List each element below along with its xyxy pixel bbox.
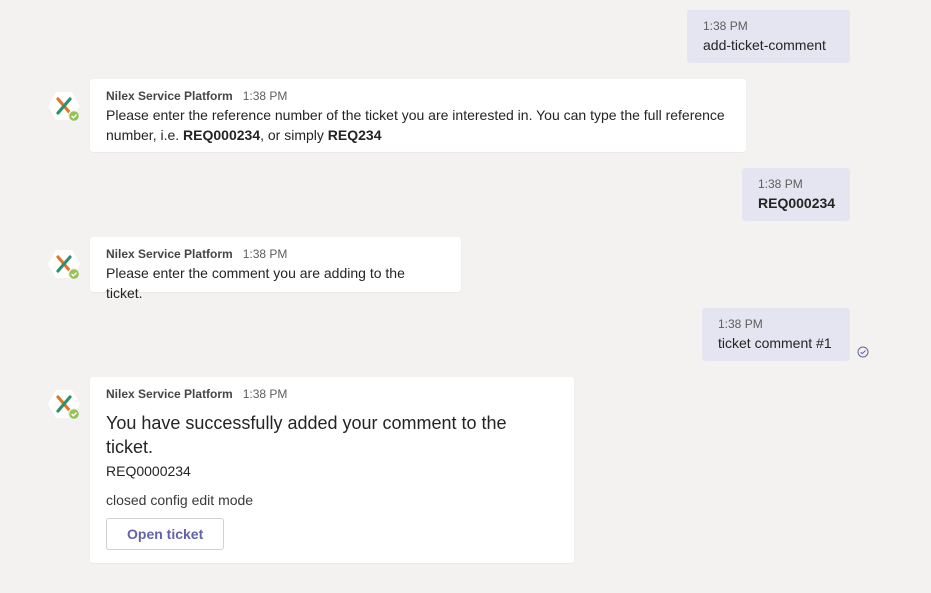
bot-avatar-icon — [48, 390, 80, 420]
message-text: REQ000234 — [758, 195, 836, 211]
message-timestamp: 1:38 PM — [758, 177, 803, 191]
message-timestamp: 1:38 PM — [242, 247, 288, 261]
outgoing-message-1[interactable]: 1:38 PM add-ticket-comment — [687, 10, 850, 63]
message-line-1: Please enter the reference number of the… — [106, 107, 725, 123]
sender-name: Nilex Service Platform — [106, 89, 233, 103]
open-ticket-button[interactable]: Open ticket — [106, 518, 225, 550]
message-timestamp: 1:38 PM — [242, 387, 288, 401]
read-receipt-icon — [857, 346, 869, 358]
sender-name: Nilex Service Platform — [106, 387, 233, 401]
incoming-message-4[interactable]: Nilex Service Platform 1:38 PM Please ent… — [90, 237, 461, 301]
message-line-2: number, i.e. — [106, 127, 184, 143]
outgoing-message-5[interactable]: 1:38 PM ticket comment #1 — [702, 308, 850, 361]
card-title: You have successfully added your comment… — [106, 413, 507, 457]
outgoing-message-3[interactable]: 1:38 PM REQ000234 — [742, 168, 850, 221]
message-text: Please enter the comment you are adding … — [106, 265, 405, 301]
incoming-card-message-6[interactable]: Nilex Service Platform 1:38 PM You have s… — [90, 377, 574, 563]
card-reference: REQ0000234 — [106, 463, 191, 479]
sender-name: Nilex Service Platform — [106, 247, 233, 261]
message-text: ticket comment #1 — [718, 335, 832, 351]
bot-avatar-icon — [48, 92, 80, 122]
example-short-ref: REQ234 — [327, 127, 382, 143]
message-timestamp: 1:38 PM — [242, 89, 288, 103]
example-full-ref: REQ000234 — [183, 127, 261, 143]
bot-avatar-icon — [48, 250, 80, 280]
message-timestamp: 1:38 PM — [718, 317, 763, 331]
message-connector: , or simply — [260, 127, 328, 143]
message-text: Please enter the reference number of the… — [106, 105, 730, 145]
card-note: closed config edit mode — [106, 492, 254, 508]
message-timestamp: 1:38 PM — [703, 19, 748, 33]
incoming-message-2[interactable]: Nilex Service Platform 1:38 PM Please ent… — [90, 79, 746, 152]
message-text: add-ticket-comment — [703, 37, 826, 53]
